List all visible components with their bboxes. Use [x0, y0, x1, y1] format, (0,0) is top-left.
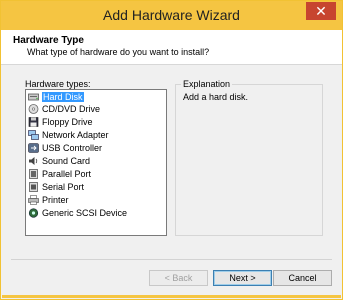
list-item-usb-controller[interactable]: USB Controller [28, 143, 102, 154]
usb-controller-icon [28, 143, 39, 153]
list-item-serial-port[interactable]: Serial Port [28, 182, 84, 193]
wizard-window: Add Hardware Wizard ✕ Hardware Type What… [0, 0, 343, 300]
explanation-frame [175, 84, 323, 236]
window-bottom-border [2, 295, 341, 298]
explanation-text: Add a hard disk. [183, 92, 249, 102]
list-item-parallel-port[interactable]: Parallel Port [28, 169, 91, 180]
wizard-header: Hardware Type What type of hardware do y… [1, 30, 342, 65]
hardware-types-label: Hardware types: [25, 79, 91, 89]
list-item-cd-dvd-drive[interactable]: CD/DVD Drive [28, 104, 100, 115]
sound-card-icon [28, 156, 39, 166]
scsi-device-icon [28, 208, 39, 218]
button-divider [11, 259, 332, 260]
printer-icon [28, 195, 39, 205]
next-button-label: Next > [214, 271, 271, 285]
cd-drive-icon [28, 104, 39, 114]
list-item-generic-scsi-device[interactable]: Generic SCSI Device [28, 208, 127, 219]
back-button[interactable]: < Back [149, 270, 208, 286]
list-item-printer[interactable]: Printer [28, 195, 69, 206]
list-item-network-adapter[interactable]: Network Adapter [28, 130, 109, 141]
page-title: Hardware Type [13, 35, 84, 46]
list-item-sound-card[interactable]: Sound Card [28, 156, 90, 167]
list-item-floppy-drive[interactable]: Floppy Drive [28, 117, 93, 128]
page-subtitle: What type of hardware do you want to ins… [27, 47, 210, 57]
parallel-port-icon [28, 169, 39, 179]
title-bar[interactable]: Add Hardware Wizard ✕ [1, 1, 342, 30]
explanation-label: Explanation [181, 79, 233, 89]
next-button[interactable]: Next > [213, 270, 272, 286]
list-item-hard-disk[interactable]: Hard Disk [28, 92, 84, 103]
close-icon: ✕ [315, 3, 327, 19]
floppy-drive-icon [28, 117, 39, 127]
hard-disk-icon [28, 92, 39, 102]
hardware-types-list[interactable]: Hard Disk CD/DVD Drive Floppy Drive Netw… [25, 89, 167, 236]
network-adapter-icon [28, 130, 39, 140]
window-title: Add Hardware Wizard [103, 7, 240, 23]
serial-port-icon [28, 182, 39, 192]
close-button[interactable]: ✕ [306, 2, 336, 20]
cancel-button[interactable]: Cancel [273, 270, 332, 286]
explanation-group: Explanation Add a hard disk. [175, 79, 323, 236]
